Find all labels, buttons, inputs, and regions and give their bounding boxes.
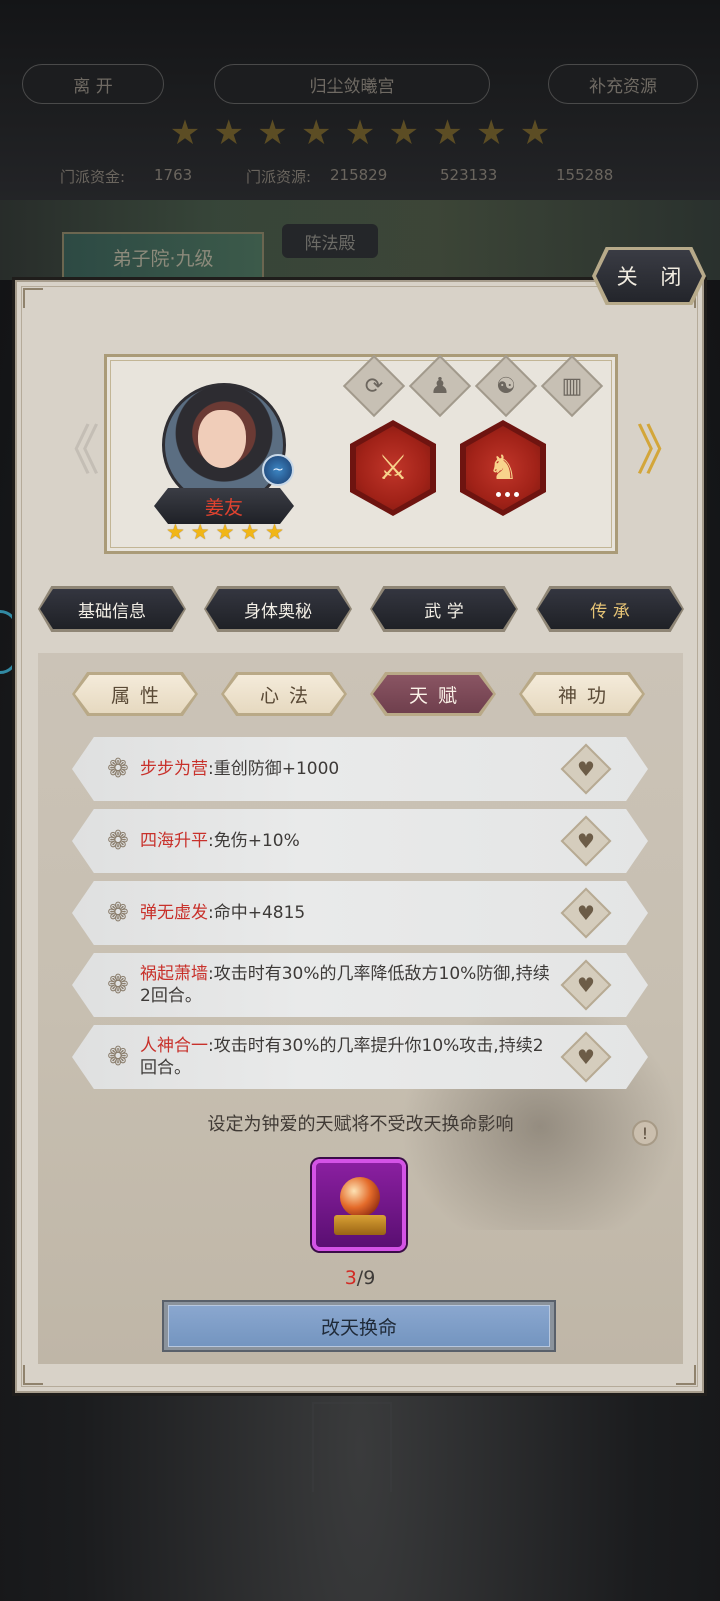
tab-inheritance[interactable]: 传 承 — [538, 589, 682, 629]
panel-corner — [23, 288, 43, 308]
resource-2-value: 523133 — [440, 166, 498, 184]
star-icon: ★ — [519, 113, 551, 153]
formation-hall-tab[interactable]: 阵法殿 — [282, 224, 378, 258]
talent-row: ❁ 人神合一:攻击时有30%的几率提升你10%攻击,持续2回合。 ♥ — [72, 1025, 648, 1089]
reroll-fate-button[interactable]: 改天换命 — [168, 1305, 550, 1347]
subtab-divine-skill[interactable]: 神功 — [522, 675, 642, 713]
tab-martial-arts[interactable]: 武 学 — [372, 589, 516, 629]
talent-row: ❁ 祸起萧墙:攻击时有30%的几率降低敌方10%防御,持续2回合。 ♥ — [72, 953, 648, 1017]
favorite-button[interactable]: ♥ — [560, 887, 612, 939]
resource-3-value: 155288 — [556, 166, 614, 184]
heart-icon: ♥ — [577, 829, 595, 853]
disciple-yard-tab[interactable]: 弟子院·九级 — [62, 232, 264, 282]
star-icon: ★ — [265, 520, 284, 544]
talent-name: 人神合一 — [140, 1036, 208, 1056]
background-building — [312, 1402, 392, 1492]
supplement-resources-button[interactable]: 补充资源 — [548, 64, 698, 104]
flower-icon: ❁ — [107, 826, 129, 856]
reroll-item-slot[interactable] — [312, 1159, 406, 1251]
flower-icon: ❁ — [107, 754, 129, 784]
weapon-icon: ⚔ — [356, 426, 430, 510]
sect-star-rating: ★ ★ ★ ★ ★ ★ ★ ★ ★ — [168, 116, 552, 150]
hero-avatar-face — [198, 410, 246, 468]
talent-row: ❁ 四海升平:免伤+10% ♥ — [72, 809, 648, 873]
item-count-total: /9 — [356, 1267, 376, 1289]
star-icon: ★ — [257, 113, 288, 153]
subtab-mind-method[interactable]: 心法 — [224, 675, 344, 713]
flower-icon: ❁ — [107, 1042, 129, 1072]
favorite-button[interactable]: ♥ — [560, 1031, 612, 1083]
crystal-orb-icon — [340, 1177, 380, 1217]
favorite-button[interactable]: ♥ — [560, 959, 612, 1011]
heart-icon: ♥ — [577, 901, 595, 925]
heart-icon: ♥ — [577, 1045, 595, 1069]
subtab-talents[interactable]: 天赋 — [373, 675, 493, 713]
item-count: 3/9 — [320, 1267, 400, 1291]
talent-name: 祸起萧墙 — [140, 964, 208, 984]
item-count-current: 3 — [344, 1267, 357, 1289]
hero-star-rating: ★ ★ ★ ★ ★ — [166, 521, 284, 543]
star-icon: ★ — [432, 113, 463, 153]
funds-label: 门派资金: — [60, 168, 126, 186]
talent-row: ❁ 步步为营:重创防御+1000 ♥ — [72, 737, 648, 801]
resource-bar: 门派资金: 1763 门派资源: 215829 523133 155288 — [0, 162, 720, 190]
hero-name: 姜友 — [154, 488, 294, 524]
sect-title: 归尘敛曦宫 — [214, 64, 490, 104]
flower-icon: ❁ — [107, 970, 129, 1000]
flower-icon: ❁ — [107, 898, 129, 928]
star-icon: ★ — [215, 520, 235, 544]
funds-value: 1763 — [154, 166, 193, 184]
star-icon: ★ — [169, 113, 201, 153]
tab-basic-info[interactable]: 基础信息 — [40, 589, 184, 629]
star-icon: ★ — [301, 113, 332, 153]
talent-row: ❁ 弹无虚发:命中+4815 ♥ — [72, 881, 648, 945]
subtab-attributes[interactable]: 属性 — [75, 675, 195, 713]
favorite-button[interactable]: ♥ — [560, 815, 612, 867]
tab-body-secrets[interactable]: 身体奥秘 — [206, 589, 350, 629]
talent-effect: :重创防御+1000 — [208, 759, 340, 779]
heart-icon: ♥ — [577, 757, 595, 781]
star-icon: ★ — [344, 113, 376, 153]
talent-name: 四海升平 — [140, 831, 208, 851]
star-icon: ★ — [388, 113, 419, 153]
orb-stand-icon — [334, 1215, 386, 1235]
star-icon: ★ — [190, 520, 210, 544]
close-button[interactable]: 关 闭 — [596, 250, 702, 302]
favorite-button[interactable]: ♥ — [560, 743, 612, 795]
leave-button[interactable]: 离 开 — [22, 64, 164, 104]
panel-corner — [23, 1365, 43, 1385]
favorite-hint-text: 设定为钟爱的天赋将不受改天换命影响 — [207, 1114, 514, 1135]
star-icon: ★ — [240, 520, 260, 544]
info-icon[interactable]: ! — [632, 1120, 658, 1146]
star-icon: ★ — [166, 520, 185, 544]
element-badge-icon: ~ — [262, 454, 294, 486]
more-dots-icon — [496, 492, 520, 498]
star-icon: ★ — [213, 113, 244, 153]
resources-label: 门派资源: — [246, 168, 312, 186]
prev-hero-arrow[interactable]: 《 — [46, 424, 100, 480]
talent-name: 步步为营 — [140, 759, 208, 779]
talent-effect: :免伤+10% — [208, 831, 300, 851]
star-icon: ★ — [476, 113, 507, 153]
talent-name: 弹无虚发 — [140, 903, 208, 923]
talent-effect: :命中+4815 — [208, 903, 306, 923]
panel-corner — [676, 1365, 696, 1385]
heart-icon: ♥ — [577, 973, 595, 997]
next-hero-arrow[interactable]: 》 — [636, 424, 690, 480]
resources-value: 215829 — [330, 166, 388, 184]
